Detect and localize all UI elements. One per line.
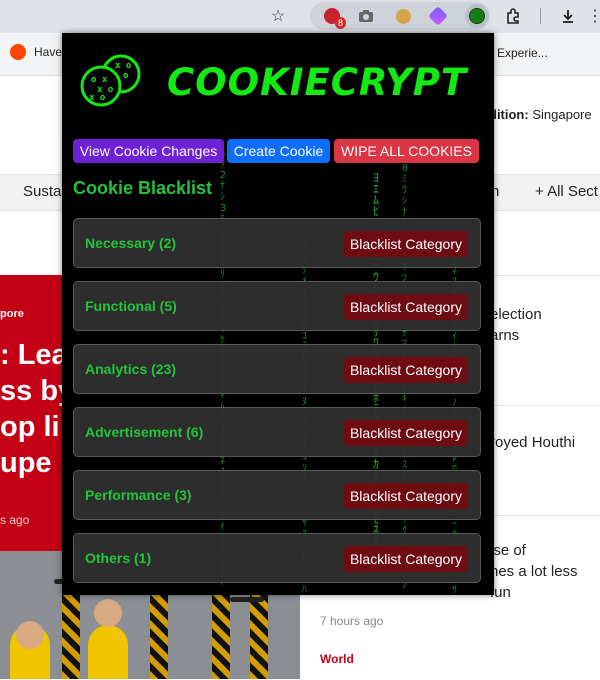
cookiecrypt-popup: ﾊ ｦ 2 ﾅ ｼ 3 ﾓ ﾆ ｻ ﾜ ｵ ﾘ 7 ｱ ﾎ ﾃ ﾏ ｹ 1 ﾒ … <box>62 33 494 595</box>
side-story-text[interactable]: royed Houthi <box>490 432 575 453</box>
blacklist-category-button[interactable]: Blacklist Category <box>344 231 468 257</box>
blacklist-heading: Cookie Blacklist <box>73 178 213 198</box>
edition-selector[interactable]: dition: Singapore <box>489 107 592 122</box>
side-story-text[interactable]: ise of nes a lot less fun <box>490 540 578 603</box>
nav-all-sections[interactable]: + All Sect <box>535 183 598 200</box>
download-icon[interactable] <box>558 6 578 26</box>
side-story-time: 7 hours ago <box>320 614 384 628</box>
category-row-analytics: Analytics (23) Blacklist Category <box>73 344 481 394</box>
side-story-category[interactable]: World <box>320 652 354 666</box>
blacklist-category-button[interactable]: Blacklist Category <box>344 357 468 383</box>
photo-pillar <box>212 584 230 679</box>
purple-gem-icon[interactable] <box>428 6 448 26</box>
cookie-icon[interactable] <box>393 6 413 26</box>
edition-label: dition: <box>489 107 529 122</box>
create-cookie-button[interactable]: Create Cookie <box>227 139 330 163</box>
hero-time: s ago <box>0 513 30 527</box>
browser-toolbar: ☆ 8 ⋮ <box>0 0 600 33</box>
photo-pillar-cap <box>230 597 264 602</box>
category-label: Functional (5) <box>85 298 177 314</box>
hero-tag: pore <box>0 308 24 320</box>
photo-pillar <box>62 584 80 679</box>
bookmark-item[interactable]: Have <box>10 44 62 60</box>
svg-text:o x: o x <box>91 75 108 85</box>
star-icon[interactable]: ☆ <box>268 6 288 26</box>
category-label: Advertisement (6) <box>85 424 204 440</box>
side-story-text[interactable]: election arns <box>490 304 542 346</box>
svg-text:o: o <box>123 71 128 81</box>
blacklist-category-button[interactable]: Blacklist Category <box>344 546 468 572</box>
category-row-necessary: Necessary (2) Blacklist Category <box>73 218 481 268</box>
category-row-performance: Performance (3) Blacklist Category <box>73 470 481 520</box>
extension-icon-1[interactable]: 8 <box>322 6 346 29</box>
camera-icon[interactable] <box>356 6 376 26</box>
edition-value: Singapore <box>532 107 592 122</box>
wipe-all-cookies-button[interactable]: WIPE ALL COOKIES <box>334 139 479 163</box>
category-label: Others (1) <box>85 550 152 566</box>
toolbar-separator <box>540 8 541 24</box>
category-row-others: Others (1) Blacklist Category <box>73 533 481 583</box>
photo-person-head <box>94 599 122 627</box>
blacklist-category-button[interactable]: Blacklist Category <box>344 483 468 509</box>
photo-person <box>88 625 128 679</box>
cookie-logo-icon: o x x o x o x o o <box>80 54 141 107</box>
category-row-advertisement: Advertisement (6) Blacklist Category <box>73 407 481 457</box>
view-cookie-changes-button[interactable]: View Cookie Changes <box>73 139 224 163</box>
photo-pillar <box>150 584 168 679</box>
bookmark-item-right[interactable]: Experie... <box>497 46 548 60</box>
category-label: Necessary (2) <box>85 235 177 251</box>
photo-person-head <box>16 621 44 649</box>
svg-text:x o: x o <box>89 93 105 103</box>
reddit-icon <box>10 44 26 60</box>
category-label: Analytics (23) <box>85 361 177 377</box>
extension-badge: 8 <box>334 17 346 29</box>
puzzle-icon[interactable] <box>503 6 523 26</box>
svg-text:x o: x o <box>115 61 131 71</box>
category-label: Performance (3) <box>85 487 192 503</box>
category-row-functional: Functional (5) Blacklist Category <box>73 281 481 331</box>
blacklist-category-button[interactable]: Blacklist Category <box>344 420 468 446</box>
blacklist-category-button[interactable]: Blacklist Category <box>344 294 468 320</box>
cookiecrypt-icon[interactable] <box>465 4 489 28</box>
nav-item-left[interactable]: Susta <box>23 183 61 200</box>
bookmark-label: Have <box>34 45 63 59</box>
kebab-menu-icon[interactable]: ⋮ <box>585 6 600 26</box>
popup-title: COOKIECRYPT <box>167 61 468 104</box>
